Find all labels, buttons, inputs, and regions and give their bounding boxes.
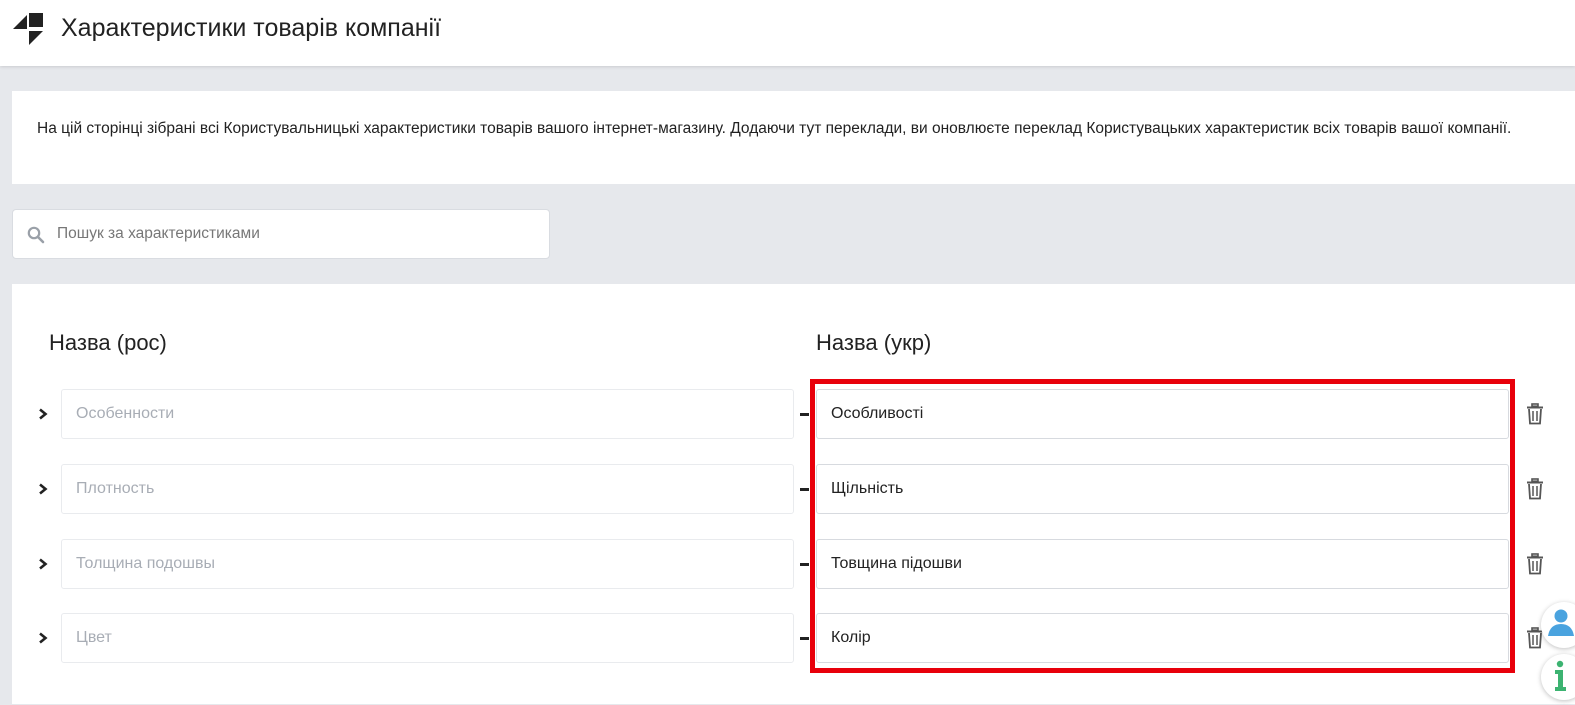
separator-dash	[800, 637, 809, 640]
characteristics-panel: Назва (рос) Назва (укр) Особенности Особ…	[12, 284, 1575, 704]
table-row: Особенности Особливості	[12, 389, 1575, 439]
page-title: Характеристики товарів компанії	[61, 14, 442, 42]
chevron-right-icon[interactable]	[36, 555, 50, 573]
chevron-right-icon[interactable]	[36, 480, 50, 498]
name-ru-field: Толщина подошвы	[61, 539, 794, 589]
top-bar: Характеристики товарів компанії	[0, 0, 1575, 66]
user-support-icon	[1548, 609, 1574, 636]
info-button[interactable]	[1541, 654, 1575, 700]
trash-icon[interactable]	[1525, 478, 1545, 500]
table-row: Плотность Щільність	[12, 464, 1575, 514]
table-row: Толщина подошвы Товщина підошви	[12, 539, 1575, 589]
name-ru-field: Плотность	[61, 464, 794, 514]
name-uk-input[interactable]: Колір	[816, 613, 1509, 663]
cube-logo-icon	[13, 13, 43, 45]
search-box[interactable]	[12, 209, 550, 259]
table-row: Цвет Колір	[12, 613, 1575, 663]
name-uk-input[interactable]: Щільність	[816, 464, 1509, 514]
info-icon	[1555, 660, 1566, 691]
search-icon	[27, 226, 45, 244]
name-uk-input[interactable]: Товщина підошви	[816, 539, 1509, 589]
trash-icon[interactable]	[1525, 403, 1545, 425]
search-input[interactable]	[57, 220, 537, 248]
name-uk-input[interactable]: Особливості	[816, 389, 1509, 439]
info-panel: На цій сторінці зібрані всі Користувальн…	[12, 91, 1575, 184]
separator-dash	[800, 413, 809, 416]
column-header-uk: Назва (укр)	[816, 330, 932, 355]
separator-dash	[800, 563, 809, 566]
chevron-right-icon[interactable]	[36, 629, 50, 647]
support-button[interactable]	[1541, 602, 1575, 648]
separator-dash	[800, 488, 809, 491]
column-header-ru: Назва (рос)	[49, 330, 167, 355]
trash-icon[interactable]	[1525, 553, 1545, 575]
name-ru-field: Цвет	[61, 613, 794, 663]
chevron-right-icon[interactable]	[36, 405, 50, 423]
info-text: На цій сторінці зібрані всі Користувальн…	[37, 120, 1512, 137]
name-ru-field: Особенности	[61, 389, 794, 439]
